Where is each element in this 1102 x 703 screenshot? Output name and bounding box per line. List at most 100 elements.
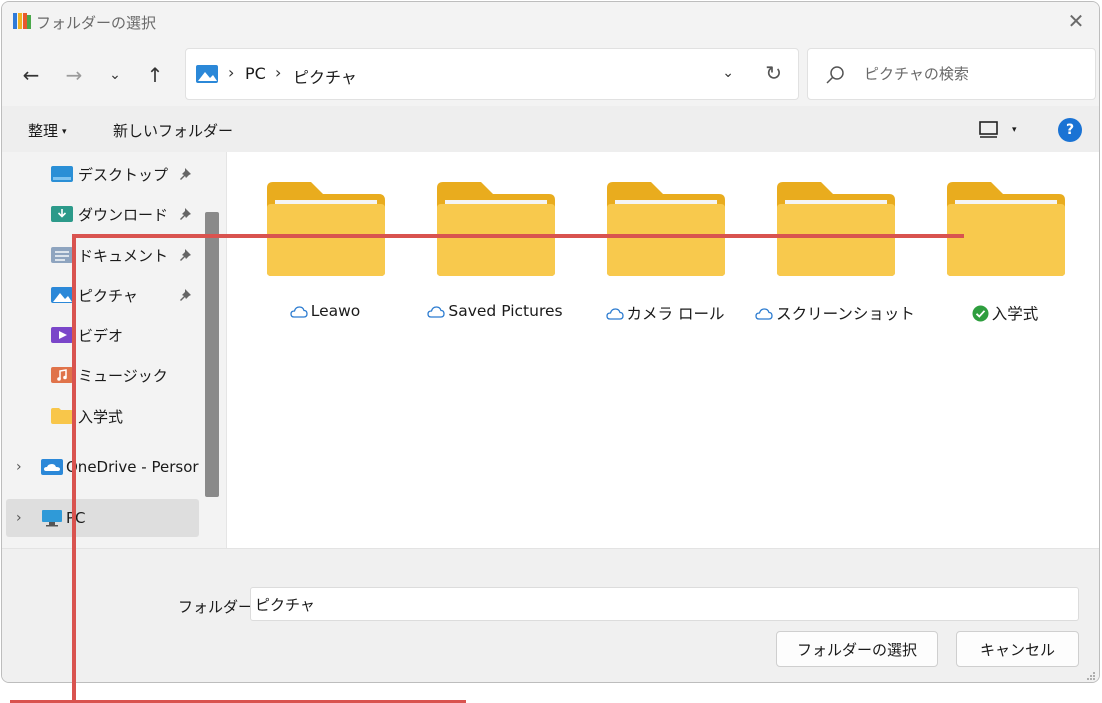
desktop-folder-icon: [51, 166, 73, 182]
address-bar[interactable]: › PC › ピクチャ ⌄ ↻: [185, 48, 799, 100]
onedrive-icon: [41, 459, 63, 475]
caret-down-icon: ▾: [62, 126, 67, 137]
command-bar: 整理 ▾ 新しいフォルダー ▾ ?: [2, 106, 1099, 152]
search-input[interactable]: [864, 62, 1084, 86]
folder-caption: 入学式: [915, 302, 1095, 324]
folder-item[interactable]: スクリーンショット: [755, 180, 915, 330]
cloud-status-icon: [605, 307, 624, 320]
title-bar: フォルダーの選択 ✕: [2, 2, 1099, 40]
chevron-down-icon: ⌄: [109, 67, 121, 83]
sidebar-item-label: ドキュメント: [78, 246, 169, 265]
sidebar-item-pictures[interactable]: ピクチャ: [2, 276, 199, 314]
folder-name: 入学式: [991, 305, 1039, 323]
breadcrumb-separator: ›: [228, 63, 235, 82]
sidebar-item-onedrive[interactable]: › OneDrive - Persor: [2, 448, 199, 486]
music-folder-icon: [51, 367, 73, 383]
select-folder-label: フォルダーの選択: [796, 640, 917, 659]
folder-item[interactable]: カメラ ロール: [585, 180, 745, 330]
view-pane-icon: [979, 121, 998, 138]
chevron-right-icon[interactable]: ›: [16, 510, 22, 526]
back-arrow-icon: ←: [22, 63, 40, 87]
pictures-folder-icon: [196, 65, 218, 83]
documents-folder-icon: [51, 247, 73, 263]
annotation-line-horizontal: [72, 234, 964, 238]
videos-folder-icon: [51, 327, 73, 343]
sidebar-item-desktop[interactable]: デスクトップ: [2, 155, 199, 193]
sidebar-item-pc[interactable]: › PC: [6, 499, 199, 537]
select-folder-button[interactable]: フォルダーの選択: [776, 631, 938, 667]
scrollbar-thumb[interactable]: [205, 212, 219, 497]
sidebar-item-videos[interactable]: ビデオ: [2, 316, 199, 354]
sidebar-item-label: ミュージック: [78, 366, 168, 385]
pin-icon: [180, 168, 191, 180]
sidebar-item-music[interactable]: ミュージック: [2, 356, 199, 394]
up-arrow-icon: ↑: [146, 63, 164, 87]
cancel-label: キャンセル: [979, 640, 1055, 659]
organize-label: 整理: [28, 122, 59, 140]
cancel-button[interactable]: キャンセル: [956, 631, 1079, 667]
cloud-status-icon: [290, 305, 308, 318]
up-button[interactable]: ↑: [142, 62, 168, 88]
pc-icon: [42, 510, 62, 527]
sidebar-item-label: ピクチャ: [78, 286, 138, 305]
folder-icon: [51, 408, 73, 424]
pin-icon: [180, 249, 191, 261]
cloud-status-icon: [427, 305, 446, 318]
forward-arrow-icon: →: [65, 63, 83, 87]
window-title: フォルダーの選択: [36, 14, 157, 32]
folder-name: カメラ ロール: [626, 305, 725, 323]
view-options-button[interactable]: ▾: [978, 118, 1024, 142]
help-button[interactable]: ?: [1058, 118, 1082, 142]
folder-field-label: フォルダー:: [178, 598, 259, 616]
folder-caption: Leawo: [235, 302, 415, 320]
folder-item[interactable]: Leawo: [245, 180, 405, 330]
pictures-folder-icon: [51, 287, 73, 303]
new-folder-button[interactable]: 新しいフォルダー: [113, 120, 233, 141]
breadcrumb-separator: ›: [275, 63, 282, 82]
search-box[interactable]: [807, 48, 1096, 100]
sidebar-item-label: ビデオ: [78, 326, 124, 345]
close-button[interactable]: ✕: [1053, 2, 1099, 40]
pin-icon: [180, 289, 191, 301]
folder-caption: スクリーンショット: [745, 302, 925, 324]
organize-menu-button[interactable]: 整理 ▾: [28, 120, 67, 141]
folder-icon: [947, 182, 1065, 276]
new-folder-label: 新しいフォルダー: [113, 122, 234, 140]
chevron-right-icon[interactable]: ›: [16, 459, 22, 475]
dialog-footer: フォルダー: フォルダーの選択 キャンセル: [2, 548, 1099, 682]
sidebar-item-nyugakushiki[interactable]: 入学式: [2, 397, 199, 435]
annotation-line-vertical: [72, 234, 76, 703]
sidebar-item-label: 入学式: [78, 407, 124, 426]
resize-grip-icon[interactable]: [1086, 671, 1096, 681]
breadcrumb-pictures[interactable]: ピクチャ: [293, 64, 357, 88]
search-icon: [826, 66, 844, 84]
folder-view: Leawo Saved Pictures カメラ ロール スクリーンショット 入…: [226, 152, 1099, 548]
sidebar-scrollbar[interactable]: [203, 152, 223, 548]
folder-icon: [437, 182, 555, 276]
back-button[interactable]: ←: [18, 62, 44, 88]
caret-down-icon: ▾: [1012, 125, 1017, 135]
navigation-bar: ← → ⌄ ↑ › PC › ピクチャ ⌄ ↻: [2, 40, 1099, 106]
address-dropdown-icon[interactable]: ⌄: [722, 65, 734, 81]
close-icon: ✕: [1067, 9, 1085, 33]
help-icon: ?: [1065, 122, 1075, 138]
folder-name: スクリーンショット: [776, 305, 915, 323]
folder-icon: [607, 182, 725, 276]
refresh-icon[interactable]: ↻: [765, 61, 782, 85]
navigation-pane: デスクトップ ダウンロード ドキュメント ピクチャ ビデオ ミュージック 入学式…: [2, 152, 224, 548]
folder-name-field[interactable]: [250, 587, 1079, 621]
sidebar-item-documents[interactable]: ドキュメント: [2, 236, 199, 274]
folder-picker-dialog: フォルダーの選択 ✕ ← → ⌄ ↑ › PC › ピクチャ ⌄ ↻ ピクチャの…: [1, 1, 1100, 683]
sidebar-item-label: ダウンロード: [78, 205, 169, 224]
folder-item[interactable]: 入学式: [925, 180, 1085, 330]
recent-locations-button[interactable]: ⌄: [102, 62, 128, 88]
sidebar-item-downloads[interactable]: ダウンロード: [2, 195, 199, 233]
breadcrumb-pc[interactable]: PC: [245, 64, 266, 83]
downloads-folder-icon: [51, 206, 73, 222]
folder-caption: カメラ ロール: [575, 302, 755, 324]
folder-item[interactable]: Saved Pictures: [415, 180, 575, 330]
folder-icon: [777, 182, 895, 276]
forward-button[interactable]: →: [61, 62, 87, 88]
folder-name: Saved Pictures: [448, 302, 563, 320]
app-icon: [13, 13, 31, 29]
